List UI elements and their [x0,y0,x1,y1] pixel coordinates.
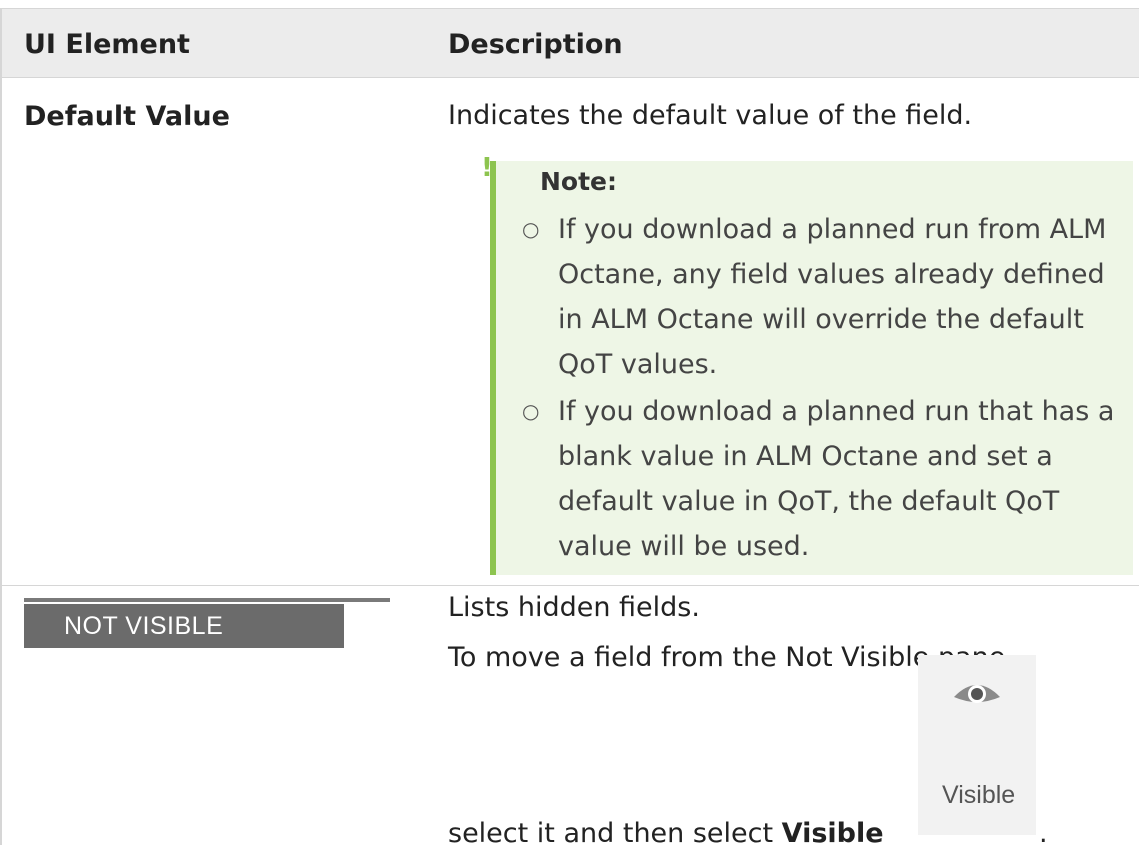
row-description-line1: Lists hidden fields. [448,592,700,623]
line3-prefix: select it and then select [448,818,782,849]
document-page: UI Element Description Default Value Ind… [0,0,1139,849]
note-list-item: ○ If you download a planned run from ALM… [522,207,1122,387]
column-header-description: Description [448,29,623,60]
row-term-default-value: Default Value [24,101,230,132]
ui-element-table: UI Element Description Default Value Ind… [0,8,1139,849]
bullet-circle-icon: ○ [522,217,540,241]
not-visible-tab-label: NOT VISIBLE [64,612,224,640]
table-row: Default Value Indicates the default valu… [2,78,1139,586]
note-list: ○ If you download a planned run from ALM… [522,207,1122,571]
note-exclamation-icon: ! [481,153,493,183]
note-item-text: If you download a planned run that has a… [558,396,1115,562]
note-box: ! Note: ○ If you download a planned run … [481,155,1133,575]
note-title: Note: [540,167,618,196]
note-list-item: ○ If you download a planned run that has… [522,389,1122,569]
column-header-ui-element: UI Element [24,29,190,60]
sentence-period: . [1039,818,1048,849]
not-visible-tab-image: NOT VISIBLE [24,598,390,648]
visible-button-label: Visible [942,781,1016,809]
eye-icon [954,685,1000,703]
row-description-line3: select it and then select Visible [448,814,884,854]
row-description: Indicates the default value of the field… [448,100,973,131]
table-header-row: UI Element Description [2,9,1139,78]
note-item-text: If you download a planned run from ALM O… [558,214,1107,380]
table-row: NOT VISIBLE Lists hidden fields. To move… [2,586,1139,849]
tab-top-line [24,598,390,602]
visible-button-image: Visible [918,655,1036,835]
line3-bold-visible: Visible [781,818,884,849]
bullet-circle-icon: ○ [522,399,540,423]
